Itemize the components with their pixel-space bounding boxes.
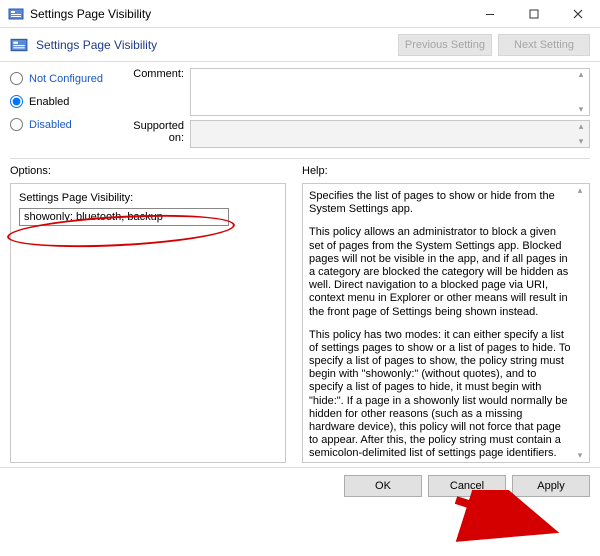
options-heading: Options: — [10, 165, 286, 177]
state-radios: Not Configured Enabled Disabled — [10, 68, 120, 152]
radio-enabled-input[interactable] — [10, 95, 23, 108]
radio-not-configured-input[interactable] — [10, 72, 23, 85]
policy-title: Settings Page Visibility — [36, 38, 392, 52]
previous-setting-button[interactable]: Previous Setting — [398, 34, 492, 56]
supported-on-field: ▴▾ — [190, 120, 590, 148]
radio-label: Enabled — [29, 96, 69, 108]
maximize-button[interactable] — [512, 0, 556, 27]
comment-label: Comment: — [120, 68, 190, 80]
app-icon — [8, 6, 24, 22]
radio-disabled-input[interactable] — [10, 118, 23, 131]
radio-not-configured[interactable]: Not Configured — [10, 72, 120, 85]
radio-label: Not Configured — [29, 73, 103, 85]
apply-button[interactable]: Apply — [512, 475, 590, 497]
config-row: Not Configured Enabled Disabled Comment:… — [0, 62, 600, 152]
supported-on-label: Supported on: — [120, 120, 190, 144]
titlebar: Settings Page Visibility — [0, 0, 600, 28]
comment-input[interactable]: ▴▾ — [190, 68, 590, 116]
dialog-footer: OK Cancel Apply — [0, 467, 600, 503]
visibility-field-label: Settings Page Visibility: — [19, 192, 277, 204]
minimize-button[interactable] — [468, 0, 512, 27]
help-heading: Help: — [302, 165, 590, 177]
radio-disabled[interactable]: Disabled — [10, 118, 120, 131]
radio-enabled[interactable]: Enabled — [10, 95, 120, 108]
window-title: Settings Page Visibility — [30, 7, 468, 21]
scrollbar[interactable]: ▴▾ — [573, 121, 589, 147]
details-row: Options: Settings Page Visibility: Help:… — [0, 159, 600, 463]
close-button[interactable] — [556, 0, 600, 27]
ok-button[interactable]: OK — [344, 475, 422, 497]
subheader: Settings Page Visibility Previous Settin… — [0, 28, 600, 62]
radio-label: Disabled — [29, 119, 72, 131]
scrollbar[interactable]: ▴▾ — [573, 69, 589, 115]
help-paragraph: This policy allows an administrator to b… — [309, 226, 571, 318]
next-setting-button[interactable]: Next Setting — [498, 34, 590, 56]
options-box: Settings Page Visibility: — [10, 183, 286, 463]
help-box[interactable]: Specifies the list of pages to show or h… — [302, 183, 590, 463]
policy-icon — [10, 36, 28, 54]
scrollbar[interactable]: ▴▾ — [572, 185, 588, 461]
help-paragraph: This policy has two modes: it can either… — [309, 329, 571, 463]
visibility-input[interactable] — [19, 208, 229, 226]
cancel-button[interactable]: Cancel — [428, 475, 506, 497]
help-paragraph: Specifies the list of pages to show or h… — [309, 190, 571, 216]
